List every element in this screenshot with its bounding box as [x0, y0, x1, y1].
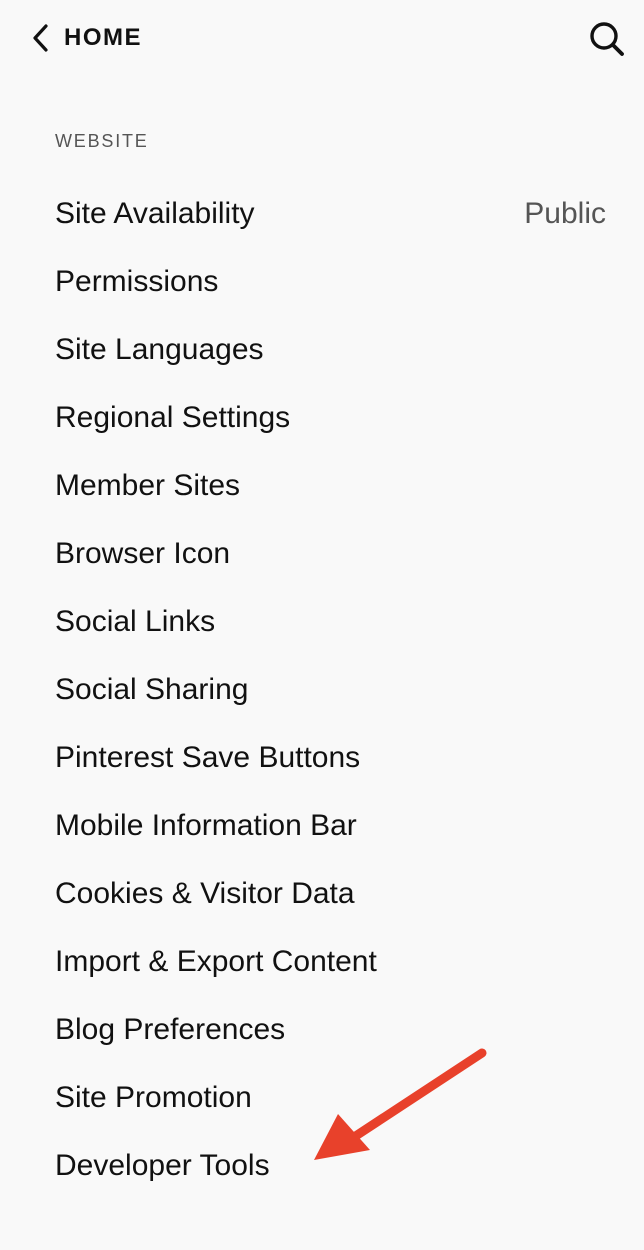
- site-availability-status: Public: [524, 197, 606, 230]
- menu-item-label: Social Sharing: [55, 673, 249, 706]
- search-button[interactable]: [588, 20, 626, 58]
- menu-item-label: Social Links: [55, 605, 216, 638]
- menu-item-mobile-information-bar[interactable]: Mobile Information Bar: [0, 792, 644, 860]
- menu-item-cookies-visitor-data[interactable]: Cookies & Visitor Data: [0, 860, 644, 928]
- menu-item-label: Developer Tools: [55, 1149, 270, 1182]
- menu-item-site-promotion[interactable]: Site Promotion: [0, 1064, 644, 1132]
- search-icon: [588, 22, 626, 62]
- menu-item-label: Site Languages: [55, 333, 264, 366]
- menu-item-pinterest-save-buttons[interactable]: Pinterest Save Buttons: [0, 724, 644, 792]
- section-label-website: WEBSITE: [55, 131, 149, 151]
- menu-item-member-sites[interactable]: Member Sites: [0, 452, 644, 520]
- chevron-left-icon: [30, 23, 50, 53]
- menu-item-developer-tools[interactable]: Developer Tools: [0, 1132, 644, 1200]
- menu-item-regional-settings[interactable]: Regional Settings: [0, 384, 644, 452]
- menu-item-import-export-content[interactable]: Import & Export Content: [0, 928, 644, 996]
- back-home-button[interactable]: HOME: [30, 22, 142, 54]
- menu-item-label: Pinterest Save Buttons: [55, 741, 361, 774]
- menu-item-label: Site Promotion: [55, 1081, 252, 1114]
- menu-item-label: Blog Preferences: [55, 1013, 286, 1046]
- menu-item-label: Import & Export Content: [55, 945, 377, 978]
- menu-item-site-availability[interactable]: Site Availability Public: [0, 180, 644, 248]
- menu-item-label: Member Sites: [55, 469, 241, 502]
- menu-item-site-languages[interactable]: Site Languages: [0, 316, 644, 384]
- menu-item-label: Regional Settings: [55, 401, 291, 434]
- settings-menu: Site Availability Public Permissions Sit…: [0, 180, 644, 1200]
- menu-item-label: Cookies & Visitor Data: [55, 877, 355, 910]
- back-label: HOME: [64, 24, 142, 51]
- menu-item-label: Site Availability: [55, 197, 255, 230]
- menu-item-label: Permissions: [55, 265, 219, 298]
- menu-item-social-links[interactable]: Social Links: [0, 588, 644, 656]
- menu-item-label: Mobile Information Bar: [55, 809, 357, 842]
- menu-item-permissions[interactable]: Permissions: [0, 248, 644, 316]
- menu-item-label: Browser Icon: [55, 537, 231, 570]
- menu-item-blog-preferences[interactable]: Blog Preferences: [0, 996, 644, 1064]
- top-bar: HOME: [0, 0, 644, 80]
- menu-item-browser-icon[interactable]: Browser Icon: [0, 520, 644, 588]
- menu-item-social-sharing[interactable]: Social Sharing: [0, 656, 644, 724]
